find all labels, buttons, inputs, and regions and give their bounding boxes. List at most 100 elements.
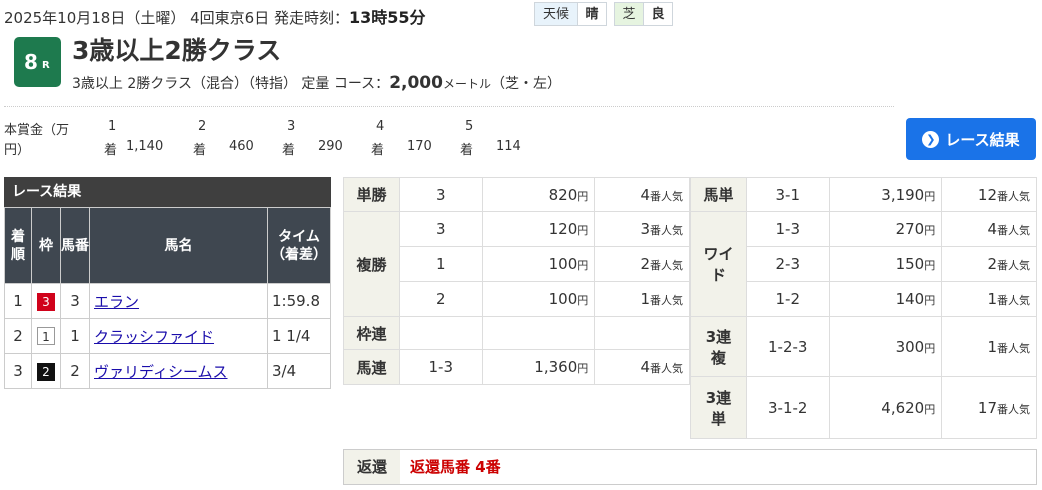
fukusho-pop: 1番人気 <box>594 281 690 317</box>
weather-label: 天候 <box>534 2 578 26</box>
horse-link[interactable]: エラン <box>94 293 139 311</box>
time-cell: 1 1/4 <box>267 318 331 354</box>
payout-row: 単勝 3 820円 4番人気 <box>343 177 690 212</box>
trifecta-num: 3-1-2 <box>745 376 830 439</box>
start-time: 13時55分 <box>348 8 426 27</box>
tansho-label: 単勝 <box>343 177 400 212</box>
prize-value-3: 290 <box>318 139 343 154</box>
results-panel: レース結果 着順 枠 馬番 馬名 タイム（着差） 1 3 3 エラン 1:59.… <box>4 177 331 389</box>
race-conditions: 3歳以上 2勝クラス（混合）（特指） 定量 コース：2,000メートル（芝・左） <box>72 73 561 93</box>
wide-amount: 270円 <box>828 211 943 247</box>
payout-row: 複勝 3 120円 3番人気 <box>343 211 690 317</box>
umatan-label: 馬単 <box>690 177 747 212</box>
wide-amount: 140円 <box>828 281 943 317</box>
prize-rank-1: 1 <box>108 119 117 134</box>
col-rank-header: 着順 <box>4 207 32 284</box>
course-note: （芝・左） <box>490 76 561 92</box>
trio-pop: 1番人気 <box>941 316 1037 377</box>
results-table: 着順 枠 馬番 馬名 タイム（着差） 1 3 3 エラン 1:59.8 2 1 … <box>4 207 331 389</box>
prize-suffix-1: 着 <box>104 143 118 158</box>
rank-cell: 3 <box>4 353 32 389</box>
wide-num: 2-3 <box>745 246 830 282</box>
col-horse-header: 馬名 <box>89 207 268 284</box>
wide-pop: 1番人気 <box>941 281 1037 317</box>
waku-badge: 3 <box>37 292 55 311</box>
fukusho-amount: 100円 <box>481 246 596 282</box>
umaban-cell: 1 <box>60 318 90 354</box>
race-title: 3歳以上2勝クラス <box>72 36 282 65</box>
turf-condition: 良 <box>643 2 673 26</box>
payout-row: 枠連 <box>343 316 690 350</box>
payout-row: ワイド 1-3 270円 4番人気 <box>690 211 1037 317</box>
payout-row: 3連単 3-1-2 4,620円 17番人気 <box>690 376 1037 439</box>
date-text: 2025年10月18日（土曜） 4回東京6日 発走時刻： <box>4 9 349 27</box>
trio-num: 1-2-3 <box>745 316 830 377</box>
chevron-right-icon: ❯ <box>922 130 940 148</box>
prize-suffix-3: 着 <box>282 143 296 158</box>
trifecta-pop: 17番人気 <box>941 376 1037 439</box>
fukusho-num: 3 <box>398 211 483 247</box>
prize-value-1: 1,140 <box>126 139 164 154</box>
wide-amount: 150円 <box>828 246 943 282</box>
table-row: 1 3 3 エラン 1:59.8 <box>4 283 331 319</box>
fukusho-num: 1 <box>398 246 483 282</box>
tansho-pop: 4番人気 <box>594 177 690 212</box>
race-number: 8 <box>24 50 38 74</box>
rank-cell: 1 <box>4 283 32 319</box>
prize-rank-4: 4 <box>376 119 385 134</box>
payout-row: 馬連 1-3 1,360円 4番人気 <box>343 349 690 385</box>
payout-table-left: 単勝 3 820円 4番人気 複勝 3 120円 3番人気 1 100円 2番人… <box>343 177 690 385</box>
divider <box>4 106 894 107</box>
trifecta-amount: 4,620円 <box>828 376 943 439</box>
distance-unit: メートル <box>442 77 491 91</box>
horse-link[interactable]: クラッシファイド <box>94 328 214 346</box>
prize-value-4: 170 <box>407 139 432 154</box>
prize-suffix-4: 着 <box>371 143 385 158</box>
prize-rank-5: 5 <box>465 119 474 134</box>
table-row: 2 1 1 クラッシファイド 1 1/4 <box>4 318 331 354</box>
wide-pop: 4番人気 <box>941 211 1037 247</box>
time-cell: 1:59.8 <box>267 283 331 319</box>
col-waku-header: 枠 <box>31 207 61 284</box>
fukusho-pop: 2番人気 <box>594 246 690 282</box>
col-time-header: タイム（着差） <box>267 207 331 284</box>
refund-value: 返還馬番 4番 <box>410 458 501 476</box>
wakuren-amount <box>481 316 596 350</box>
waku-badge: 1 <box>37 327 55 345</box>
umatan-pop: 12番人気 <box>941 177 1037 212</box>
race-number-badge: 8 R <box>14 37 61 87</box>
prize-rank-3: 3 <box>287 119 296 134</box>
umaren-label: 馬連 <box>343 349 400 385</box>
payout-row: 3連複 1-2-3 300円 1番人気 <box>690 316 1037 377</box>
rank-cell: 2 <box>4 318 32 354</box>
fukusho-pop: 3番人気 <box>594 211 690 247</box>
prize-label-line2: 円） <box>4 143 31 158</box>
turf-label: 芝 <box>614 2 644 26</box>
conditions-text: 3歳以上 2勝クラス（混合）（特指） 定量 コース： <box>72 76 390 92</box>
payout-row: 馬単 3-1 3,190円 12番人気 <box>690 177 1037 212</box>
fukusho-amount: 120円 <box>481 211 596 247</box>
tansho-amount: 820円 <box>481 177 596 212</box>
race-date-info: 2025年10月18日（土曜） 4回東京6日 発走時刻：13時55分 <box>4 4 426 28</box>
trio-label: 3連複 <box>690 316 747 377</box>
refund-label: 返還 <box>344 450 400 484</box>
horse-link[interactable]: ヴァリディシームス <box>94 363 228 381</box>
refund-row: 返還 返還馬番 4番 <box>343 449 1037 485</box>
umaren-num: 1-3 <box>398 349 483 385</box>
prize-value-5: 114 <box>496 139 521 154</box>
trio-amount: 300円 <box>828 316 943 377</box>
time-cell: 3/4 <box>267 353 331 389</box>
umaban-cell: 3 <box>60 283 90 319</box>
fukusho-label: 複勝 <box>343 211 400 317</box>
wakuren-label: 枠連 <box>343 316 400 350</box>
results-title: レース結果 <box>4 177 331 207</box>
umatan-amount: 3,190円 <box>828 177 943 212</box>
prize-suffix-2: 着 <box>193 143 207 158</box>
wide-num: 1-3 <box>745 211 830 247</box>
umaren-amount: 1,360円 <box>481 349 596 385</box>
wakuren-pop <box>594 316 690 350</box>
race-result-button[interactable]: ❯ レース結果 <box>906 118 1036 160</box>
race-result-button-label: レース結果 <box>945 130 1020 149</box>
wide-label: ワイド <box>690 211 747 317</box>
wide-num: 1-2 <box>745 281 830 317</box>
